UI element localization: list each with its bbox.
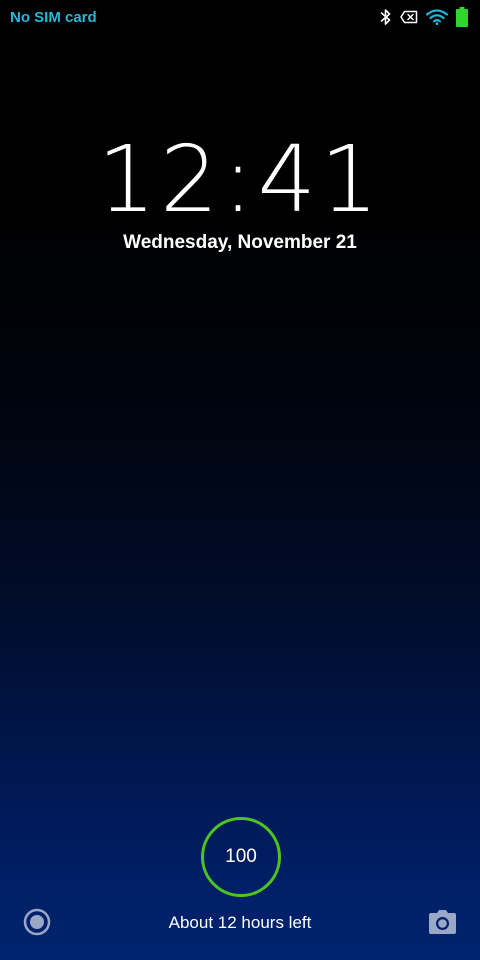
camera-icon [429, 910, 456, 934]
status-icons [380, 7, 468, 27]
lockscreen-clock: 12:41 [97, 126, 383, 233]
status-bar: No SIM card [0, 0, 480, 34]
voice-assist-button[interactable] [23, 908, 51, 936]
camera-button[interactable] [428, 909, 457, 935]
voice-assist-icon [23, 908, 51, 936]
lockscreen-date: Wednesday, November 21 [123, 232, 357, 253]
battery-level-ring: 100 [201, 817, 281, 897]
battery-icon [456, 7, 468, 27]
bluetooth-icon [380, 8, 392, 26]
carrier-label: No SIM card [10, 9, 97, 26]
wifi-icon [426, 9, 448, 25]
charging-time-left: About 12 hours left [168, 913, 312, 932]
battery-level-text: 100 [225, 846, 257, 867]
no-sim-icon [400, 10, 418, 24]
